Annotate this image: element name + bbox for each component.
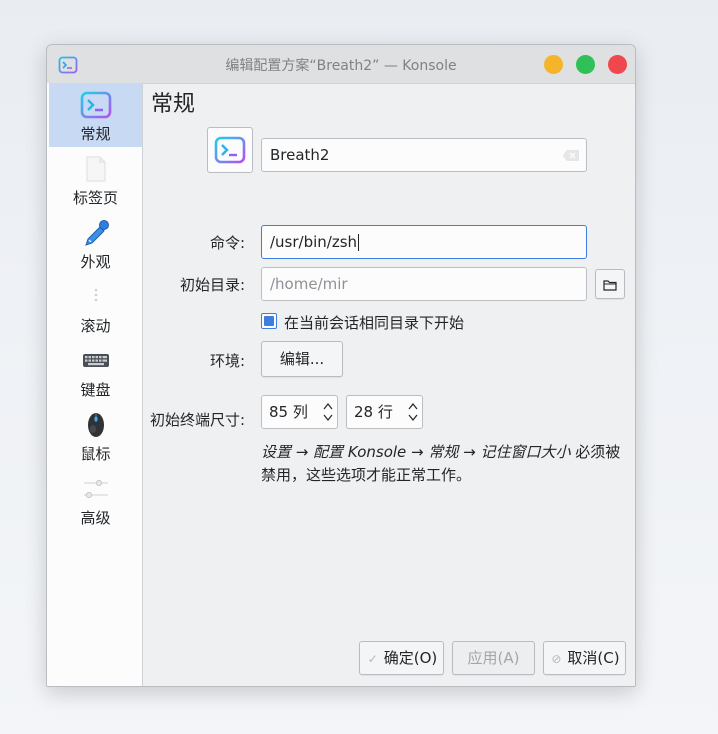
konsole-icon [80,91,112,119]
cancel-button[interactable]: ⊘ 取消(C) [543,641,626,675]
initial-directory-label: 初始目录: [179,276,245,294]
folder-icon [603,279,617,291]
mouse-icon [88,413,104,437]
window-size-note: 设置 → 配置 Konsole → 常规 → 记住窗口大小 必须被 禁用，这些选… [261,441,621,487]
rows-value: 28 行 [354,403,393,421]
initial-directory-placeholder: /home/mir [270,275,348,293]
note-arrow: → [458,443,481,461]
sidebar-item-label: 常规 [80,125,111,143]
columns-value: 85 列 [269,403,308,421]
sidebar-item-advanced[interactable]: 高级 [49,467,142,531]
note-line-2: 禁用，这些选项才能正常工作。 [261,466,472,484]
command-value: /usr/bin/zsh [270,233,358,251]
text-caret [358,234,360,251]
page-title: 常规 [151,92,196,117]
close-button[interactable] [608,55,627,74]
spin-arrows-icon[interactable] [408,401,418,423]
command-label: 命令: [209,234,245,252]
sidebar-item-scrolling[interactable]: 滚动 [49,275,142,339]
cancel-icon: ⊘ [551,652,562,666]
note-general-text: 常规 [428,443,459,461]
ok-button[interactable]: ✓ 确定(O) [359,641,444,675]
note-configure-text: 配置 Konsole [313,443,407,461]
note-must-be-text: 必须被 [570,443,621,461]
command-input[interactable]: /usr/bin/zsh [261,225,587,259]
sidebar-item-tabs[interactable]: 标签页 [49,147,142,211]
sidebar-item-label: 标签页 [72,189,118,207]
checkbox-checked-indicator [264,316,274,326]
sidebar: 常规 标签页 外观 滚动 键盘 鼠标 高级 [47,83,143,686]
maximize-button[interactable] [576,55,595,74]
rows-spinbox[interactable]: 28 行 [346,395,423,429]
sidebar-item-label: 高级 [80,509,111,527]
spin-arrows-icon[interactable] [323,401,333,423]
same-directory-checkbox[interactable] [261,313,277,329]
ok-button-label: 确定(O) [383,649,438,667]
cancel-button-label: 取消(C) [567,649,620,667]
scroll-icon [94,288,98,302]
note-arrow: → [291,443,314,461]
initial-directory-input[interactable]: /home/mir [261,267,587,301]
note-line-1: 设置 → 配置 Konsole → 常规 → 记住窗口大小 必须被 [261,441,621,464]
columns-spinbox[interactable]: 85 列 [261,395,338,429]
profile-editor-window: 编辑配置方案“Breath2” — Konsole 常规 标签页 外观 滚动 键… [46,44,636,687]
profile-name-value: Breath2 [270,146,330,164]
check-icon: ✓ [367,652,378,666]
minimize-button[interactable] [544,55,563,74]
sidebar-item-mouse[interactable]: 鼠标 [49,403,142,467]
tab-page-icon [86,156,106,182]
edit-environment-button[interactable]: 编辑... [261,341,343,377]
profile-name-input[interactable]: Breath2 [261,138,587,172]
same-directory-checkbox-label[interactable]: 在当前会话相同目录下开始 [284,312,464,333]
konsole-icon [214,136,246,164]
sidebar-item-general[interactable]: 常规 [49,83,142,147]
sidebar-item-appearance[interactable]: 外观 [49,211,142,275]
browse-directory-button[interactable] [595,269,625,299]
profile-icon-button[interactable] [207,127,253,173]
apply-button[interactable]: 应用(A) [452,641,535,675]
terminal-size-label: 初始终端尺寸: [149,411,245,429]
sidebar-item-label: 键盘 [80,381,111,399]
general-settings-page: 常规 Breath2 命令: /usr/bin/zsh 初始目录: /home/… [143,83,635,686]
apply-button-label: 应用(A) [467,649,520,667]
title-bar[interactable]: 编辑配置方案“Breath2” — Konsole [47,45,635,84]
sidebar-item-label: 滚动 [80,317,111,335]
note-remember-size-text: 记住窗口大小 [480,443,571,461]
note-settings-text: 设置 [261,443,292,461]
sidebar-item-label: 外观 [80,253,111,271]
environment-label: 环境: [209,352,245,370]
color-picker-icon [85,220,109,246]
sidebar-item-label: 鼠标 [80,445,111,463]
advanced-sliders-icon [84,479,108,499]
sidebar-item-keyboard[interactable]: 键盘 [49,339,142,403]
keyboard-icon [83,354,109,367]
note-arrow: → [406,443,429,461]
clear-text-icon[interactable] [562,149,580,162]
